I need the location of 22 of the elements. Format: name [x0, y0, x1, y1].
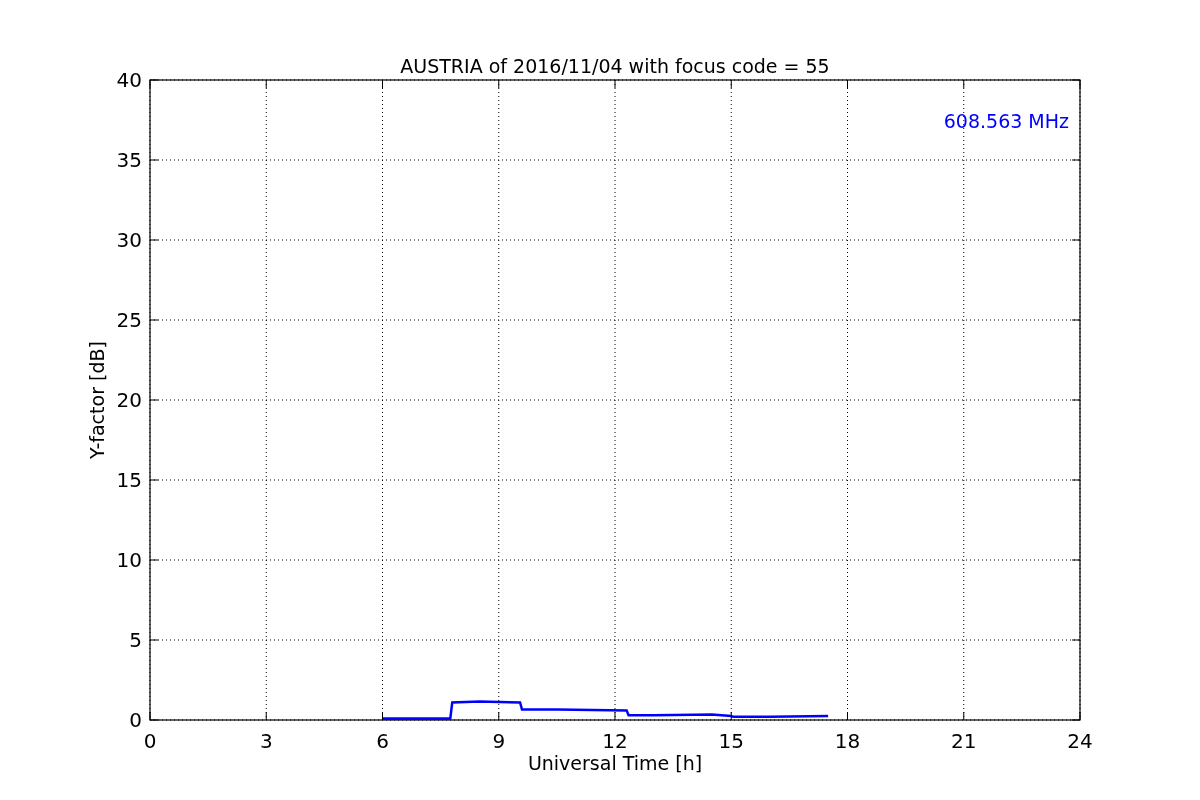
- x-tick-label: 12: [602, 729, 628, 753]
- y-tick-label: 20: [116, 388, 142, 412]
- x-tick-label: 0: [143, 729, 157, 753]
- x-tick-label: 6: [376, 729, 389, 753]
- y-tick-label: 10: [116, 548, 142, 572]
- x-tick-label: 15: [718, 729, 744, 753]
- x-tick-label: 21: [951, 729, 977, 753]
- y-axis-label: Y-factor [dB]: [86, 341, 108, 459]
- x-tick-label: 24: [1067, 729, 1093, 753]
- frequency-label: 608.563 MHz: [943, 110, 1069, 132]
- y-tick-label: 35: [116, 148, 142, 172]
- y-tick-label: 0: [129, 708, 142, 732]
- x-tick-label: 9: [492, 729, 506, 753]
- x-tick-label: 18: [834, 729, 861, 753]
- y-tick-label: 40: [116, 68, 142, 92]
- y-tick-label: 15: [116, 468, 142, 492]
- y-tick-label: 30: [116, 228, 142, 252]
- x-axis-label: Universal Time [h]: [527, 752, 703, 774]
- x-tick-label: 3: [259, 729, 273, 753]
- chart-title: AUSTRIA of 2016/11/04 with focus code = 55: [400, 55, 830, 77]
- y-tick-label: 5: [129, 628, 142, 652]
- y-tick-label: 25: [116, 308, 142, 332]
